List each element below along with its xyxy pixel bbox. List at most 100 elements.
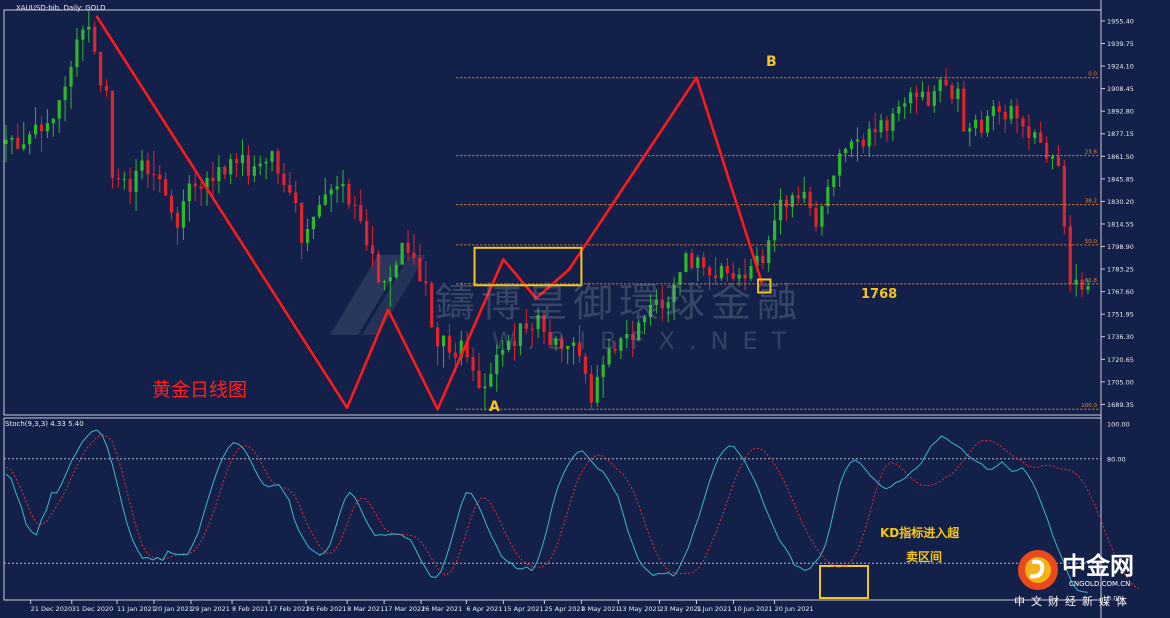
- candle-body: [199, 186, 203, 189]
- candle-body: [234, 159, 239, 164]
- candle-body: [158, 174, 162, 180]
- candle-body: [447, 335, 452, 353]
- candle-body: [867, 128, 871, 147]
- candle-body: [696, 257, 700, 268]
- price-target-label: 1768: [861, 287, 898, 302]
- candle-body: [808, 191, 812, 209]
- candle-body: [128, 179, 132, 192]
- candle-body: [122, 179, 126, 181]
- kd-note-line2: 卖区间: [906, 550, 943, 564]
- candle-body: [477, 370, 481, 389]
- price-tick-label: 1830.20: [1107, 198, 1134, 206]
- candle-body: [116, 177, 120, 180]
- candle-body: [997, 106, 1001, 112]
- candle-body: [229, 159, 233, 175]
- candle-body: [784, 199, 789, 207]
- candle-body: [81, 29, 85, 40]
- fib-level-label: 100.0: [1081, 403, 1097, 409]
- candle-body: [388, 277, 392, 282]
- candle-body: [938, 79, 942, 92]
- candle-body: [1062, 165, 1066, 227]
- candle-body: [802, 191, 806, 199]
- candle-body: [294, 192, 298, 203]
- candle-body: [10, 137, 14, 140]
- chart-title: XAUUSD-bib, Daily: GOLD: [16, 4, 106, 12]
- candle-body: [264, 161, 268, 164]
- candle-body: [962, 88, 966, 132]
- candle-body: [814, 208, 818, 227]
- stoch-tick-label: 100.00: [1107, 421, 1130, 429]
- price-tick-label: 1939.75: [1107, 40, 1134, 48]
- candle-body: [323, 194, 327, 205]
- candle-body: [1045, 142, 1049, 159]
- candle-body: [4, 139, 8, 145]
- candle-body: [424, 281, 428, 284]
- kd-note-line1: KD指标进入超: [880, 526, 960, 540]
- date-tick-label: 20 Jun 2021: [775, 605, 814, 613]
- candle-body: [1056, 156, 1061, 166]
- candle-body: [861, 139, 865, 147]
- candle-body: [93, 26, 97, 52]
- stoch-k-line: [5, 429, 1089, 593]
- candle-body: [39, 124, 44, 132]
- candle-body: [796, 195, 800, 199]
- date-tick-label: 17 Mar 2021: [384, 605, 425, 613]
- candle-body: [246, 154, 251, 176]
- fib-level-label: 0.0: [1088, 72, 1097, 78]
- candle-body: [211, 177, 215, 182]
- price-tick-label: 1798.90: [1107, 243, 1134, 251]
- candle-body: [353, 204, 357, 206]
- price-tick-label: 1689.35: [1107, 401, 1134, 409]
- price-tick-label: 1736.30: [1107, 333, 1134, 341]
- candle-body: [1021, 118, 1025, 127]
- date-tick-label: 29 Jan 2021: [191, 605, 230, 613]
- candle-body: [441, 335, 446, 347]
- oversold-box: [819, 565, 869, 599]
- logo-subtitle: 中文财经新媒体: [1014, 595, 1133, 608]
- candle-body: [187, 183, 191, 202]
- candle-body: [45, 123, 49, 132]
- candle-body: [932, 91, 936, 106]
- date-tick-label: 20 Jan 2021: [154, 605, 193, 613]
- candle-body: [317, 204, 321, 217]
- logo-name: 中金网: [1062, 552, 1134, 580]
- candle-body: [252, 166, 256, 176]
- candle-body: [341, 183, 345, 187]
- chart-heading: 黄金日线图: [152, 379, 248, 401]
- candle-body: [276, 150, 280, 174]
- candle-body: [879, 120, 883, 133]
- candle-body: [903, 103, 907, 107]
- candle-body: [595, 376, 599, 403]
- candle-body: [495, 354, 499, 375]
- date-tick-label: 10 Jun 2021: [733, 605, 772, 613]
- candle-body: [985, 115, 990, 133]
- price-tick-label: 1845.85: [1107, 175, 1134, 183]
- candle-body: [110, 90, 115, 178]
- price-tick-label: 1955.40: [1107, 17, 1134, 25]
- candle-body: [991, 106, 995, 116]
- candle-body: [370, 245, 375, 254]
- candle-body: [22, 144, 26, 149]
- candle-body: [193, 183, 197, 187]
- candle-body: [974, 119, 978, 129]
- candle-body: [453, 352, 457, 358]
- candle-body: [347, 183, 351, 205]
- candle-body: [140, 160, 144, 171]
- candle-body: [430, 283, 434, 328]
- stoch-title: Stoch(9,3,3) 4.33 5.40: [5, 420, 84, 428]
- candle-body: [28, 134, 32, 145]
- candle-body: [483, 386, 487, 389]
- candle-body: [968, 128, 972, 132]
- candle-body: [164, 179, 168, 196]
- candle-body: [240, 154, 245, 164]
- price-tick-label: 1861.50: [1107, 153, 1134, 161]
- candle-body: [169, 195, 174, 213]
- price-tick-label: 1892.80: [1107, 108, 1134, 116]
- candle-body: [849, 141, 854, 149]
- candle-body: [601, 364, 605, 377]
- candle-body: [311, 216, 316, 230]
- date-tick-label: 8 Feb 2021: [232, 605, 268, 613]
- candle-body: [223, 166, 227, 175]
- candle-body: [365, 221, 369, 246]
- date-tick-label: 31 Dec 2020: [72, 605, 114, 613]
